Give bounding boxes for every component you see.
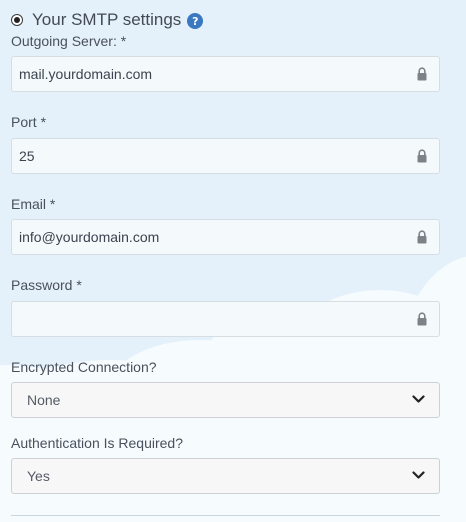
encrypted-connection-label: Encrypted Connection?	[11, 359, 157, 375]
email-input[interactable]	[12, 220, 439, 254]
password-input[interactable]	[12, 302, 439, 336]
lock-icon	[417, 312, 427, 326]
section-divider	[11, 515, 440, 516]
smtp-settings-form: Your SMTP settings ? Outgoing Server: * …	[0, 0, 466, 522]
smtp-settings-header: Your SMTP settings ?	[11, 8, 204, 32]
port-input[interactable]	[12, 139, 439, 173]
email-field[interactable]	[11, 219, 440, 255]
outgoing-server-input[interactable]	[12, 57, 439, 91]
radio-selected-dot	[14, 17, 20, 23]
authentication-required-select[interactable]: Yes	[11, 458, 440, 494]
email-label: Email *	[11, 196, 56, 212]
password-field[interactable]	[11, 301, 440, 337]
chevron-down-icon	[412, 471, 425, 479]
password-label: Password *	[11, 277, 82, 293]
lock-icon	[417, 149, 427, 163]
outgoing-server-field[interactable]	[11, 56, 440, 92]
lock-icon	[417, 230, 427, 244]
encrypted-connection-select[interactable]: None	[11, 382, 440, 418]
authentication-required-label: Authentication Is Required?	[11, 435, 183, 451]
lock-icon	[417, 67, 427, 81]
question-circle-icon[interactable]: ?	[187, 13, 204, 29]
outgoing-server-label: Outgoing Server: *	[11, 33, 127, 49]
encrypted-connection-value: None	[27, 392, 61, 408]
authentication-required-value: Yes	[27, 468, 50, 484]
chevron-down-icon	[412, 395, 425, 403]
section-title: Your SMTP settings	[32, 10, 182, 29]
port-label: Port *	[11, 114, 47, 130]
smtp-settings-radio[interactable]	[11, 14, 23, 26]
port-field[interactable]	[11, 138, 440, 174]
